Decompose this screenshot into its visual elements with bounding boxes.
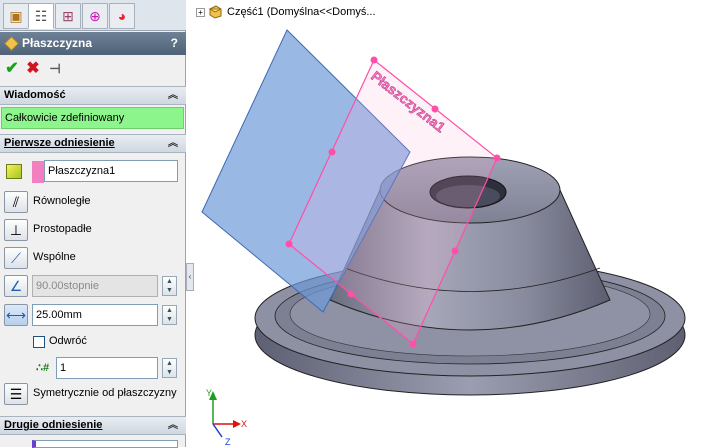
tab-configuration-manager[interactable]: ⊞ bbox=[55, 3, 81, 29]
second-reference-group-header[interactable]: Drugie odniesienie ︽ bbox=[0, 416, 186, 435]
perpendicular-label: Prostopadłe bbox=[33, 223, 92, 235]
ok-button[interactable]: ✔ bbox=[3, 60, 21, 78]
distance-row: ⟷ 25.00mm ▲ ▼ bbox=[0, 302, 186, 328]
pin-button[interactable]: ⊣ bbox=[46, 60, 64, 78]
tab-feature-manager[interactable]: ▣ bbox=[3, 3, 29, 29]
collapse-icon[interactable]: ︽ bbox=[168, 135, 178, 152]
symmetric-button[interactable]: ☰ bbox=[4, 383, 28, 405]
group-title: Drugie odniesienie bbox=[4, 419, 103, 431]
count-row: ∴# 1 ▲ ▼ bbox=[0, 355, 186, 381]
feature-tree-icon: ▣ bbox=[9, 8, 23, 24]
help-button[interactable]: ? bbox=[171, 32, 178, 55]
coordinate-triad: Y X Z bbox=[206, 388, 247, 447]
perpendicular-button[interactable]: ⊥ bbox=[4, 219, 28, 241]
coincident-icon: ⟋ bbox=[11, 249, 21, 266]
tab-dimxpert-manager[interactable]: ⊕ bbox=[82, 3, 108, 29]
symmetric-row: ☰ Symetrycznie od płaszczyzny bbox=[0, 381, 186, 407]
flyout-feature-tree: + Część1 (Domyślna<<Domyś... bbox=[196, 3, 376, 21]
angle-button[interactable]: ∠ bbox=[4, 275, 28, 297]
axis-y-label: Y bbox=[206, 388, 212, 398]
collapse-icon[interactable]: ︽ bbox=[168, 87, 178, 104]
color-wheel-icon: ◕ bbox=[117, 8, 127, 24]
tab-display-manager[interactable]: ◕ bbox=[109, 3, 135, 29]
target-icon: ⊕ bbox=[89, 8, 101, 24]
property-manager-panel: ▣ ☷ ⊞ ⊕ ◕ Płaszczyzna ? ✔ ✖ ⊣ Wiadomość … bbox=[0, 0, 186, 448]
parallel-label: Równoległe bbox=[33, 195, 91, 207]
flip-row: Odwróć bbox=[0, 329, 186, 355]
angle-input[interactable]: 90.00stopnie bbox=[32, 275, 158, 297]
parallel-row: ⫽ Równoległe bbox=[0, 189, 186, 215]
perpendicular-row: ⊥ Prostopadłe bbox=[0, 217, 186, 243]
count-input[interactable]: 1 bbox=[56, 357, 158, 379]
distance-spinner[interactable]: ▲ ▼ bbox=[162, 305, 177, 325]
cancel-button[interactable]: ✖ bbox=[24, 60, 42, 78]
perpendicular-icon: ⊥ bbox=[9, 221, 23, 238]
selection-color-swatch bbox=[32, 161, 44, 183]
collapse-icon[interactable]: ︽ bbox=[168, 417, 178, 434]
flip-checkbox[interactable] bbox=[33, 336, 45, 348]
angle-spinner[interactable]: ▲ ▼ bbox=[162, 276, 177, 296]
parallel-icon: ⫽ bbox=[12, 193, 20, 210]
first-reference-group-header[interactable]: Pierwsze odniesienie ︽ bbox=[0, 134, 186, 153]
coincident-row: ⟋ Wspólne bbox=[0, 245, 186, 271]
part-name-label[interactable]: Część1 (Domyślna<<Domyś... bbox=[227, 6, 376, 18]
parallel-button[interactable]: ⫽ bbox=[4, 191, 28, 213]
tab-property-manager[interactable]: ☷ bbox=[28, 3, 54, 29]
message-group-header[interactable]: Wiadomość ︽ bbox=[0, 86, 186, 105]
coincident-button[interactable]: ⟋ bbox=[4, 247, 28, 269]
plane-icon bbox=[4, 36, 19, 51]
reference-selection-box[interactable]: Płaszczyzna1 bbox=[44, 160, 178, 182]
group-title: Pierwsze odniesienie bbox=[4, 137, 115, 149]
group-title: Wiadomość bbox=[4, 89, 66, 101]
angle-icon: ∠ bbox=[9, 277, 23, 294]
action-buttons: ✔ ✖ ⊣ bbox=[0, 57, 186, 83]
axis-z-label: Z bbox=[225, 437, 231, 447]
graphics-viewport[interactable]: Płaszczyzna1 Y X Z bbox=[188, 0, 706, 447]
distance-icon: ⟷ bbox=[5, 306, 27, 323]
property-manager-title-bar: Płaszczyzna ? bbox=[0, 32, 186, 55]
reference-selection-row: Płaszczyzna1 bbox=[0, 158, 186, 184]
symmetric-icon: ☰ bbox=[9, 385, 23, 402]
distance-input[interactable]: 25.00mm bbox=[32, 304, 158, 326]
face-icon bbox=[6, 164, 22, 179]
instances-icon: ∴# bbox=[36, 362, 50, 374]
manager-tabs: ▣ ☷ ⊞ ⊕ ◕ bbox=[0, 0, 186, 31]
part-icon bbox=[208, 5, 222, 19]
property-manager-icon: ☷ bbox=[34, 8, 48, 24]
count-spinner[interactable]: ▲ ▼ bbox=[162, 358, 177, 378]
expand-toggle[interactable]: + bbox=[196, 7, 205, 17]
configuration-icon: ⊞ bbox=[62, 8, 74, 24]
coincident-label: Wspólne bbox=[33, 251, 76, 263]
symmetric-label: Symetrycznie od płaszczyzny bbox=[33, 387, 177, 399]
status-message: Całkowicie zdefiniowany bbox=[1, 107, 184, 129]
flip-label: Odwróć bbox=[49, 335, 87, 347]
axis-x-label: X bbox=[241, 419, 247, 429]
angle-row: ∠ 90.00stopnie ▲ ▼ bbox=[0, 273, 186, 299]
page-title: Płaszczyzna bbox=[22, 36, 93, 50]
distance-button[interactable]: ⟷ bbox=[4, 304, 28, 326]
